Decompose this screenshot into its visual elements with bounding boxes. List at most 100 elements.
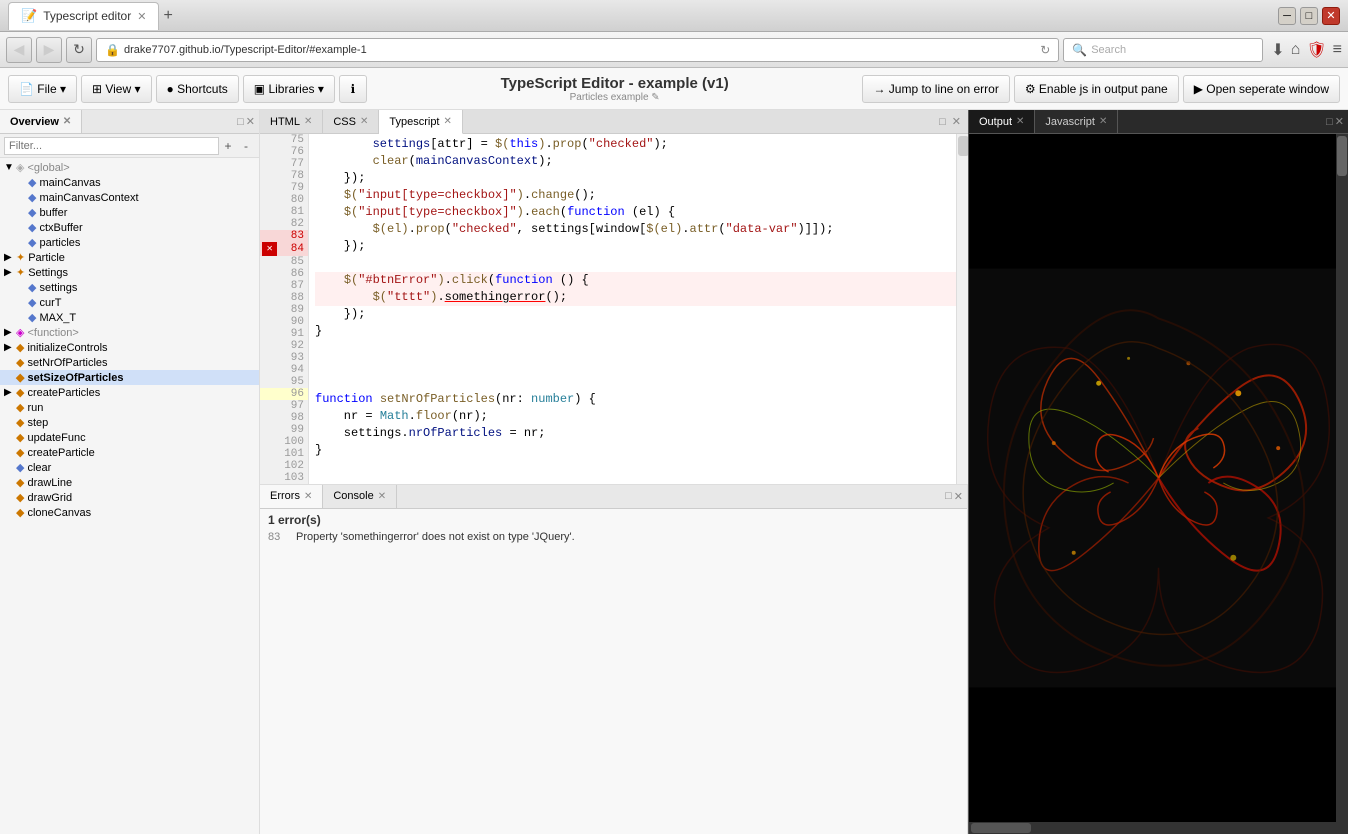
enable-js-button[interactable]: ⚙ Enable js in output pane xyxy=(1014,75,1179,103)
output-scrollbar[interactable] xyxy=(1336,134,1348,822)
address-bar[interactable]: 🔒 drake7707.github.io/Typescript-Editor/… xyxy=(96,38,1059,62)
tree-item-mainCanvas[interactable]: ◆mainCanvas xyxy=(0,175,259,190)
code-editor[interactable]: 75 76 77 78 79 80 81 82 83 ✕84 85 86 87 … xyxy=(260,134,968,484)
maximize-button[interactable]: □ xyxy=(1300,7,1318,25)
css-tab[interactable]: CSS ✕ xyxy=(323,110,379,133)
home-icon[interactable]: ⌂ xyxy=(1291,41,1301,59)
tree-item-Particle[interactable]: ▶✦Particle xyxy=(0,250,259,265)
tree-item-step[interactable]: ◆step xyxy=(0,415,259,430)
tree-item-particles[interactable]: ◆particles xyxy=(0,235,259,250)
output-tab-close[interactable]: ✕ xyxy=(1016,116,1024,127)
output-scroll-thumb[interactable] xyxy=(1337,136,1347,176)
code-line-89 xyxy=(315,374,956,391)
minimize-button[interactable]: ─ xyxy=(1278,7,1296,25)
js-tab-close[interactable]: ✕ xyxy=(1099,116,1107,127)
code-line-90: function setNrOfParticles(nr: number) { xyxy=(315,391,956,408)
filter-input[interactable] xyxy=(4,137,219,155)
tab-close-icon[interactable]: ✕ xyxy=(137,10,146,23)
tree-item-buffer[interactable]: ◆buffer xyxy=(0,205,259,220)
errors-tab[interactable]: Errors ✕ xyxy=(260,485,323,508)
tree-item-MAX_T[interactable]: ◆MAX_T xyxy=(0,310,259,325)
html-tab-close[interactable]: ✕ xyxy=(304,116,312,127)
console-tab[interactable]: Console ✕ xyxy=(323,485,397,508)
overview-tab-close[interactable]: ✕ xyxy=(63,116,71,127)
shortcuts-button[interactable]: ● Shortcuts xyxy=(156,75,239,103)
errors-tab-close[interactable]: ✕ xyxy=(304,491,312,502)
refresh-button[interactable]: ↻ xyxy=(66,37,92,63)
scroll-thumb[interactable] xyxy=(958,136,968,156)
menu-icon[interactable]: ≡ xyxy=(1333,41,1342,59)
overview-tab-label: Overview xyxy=(10,116,59,128)
js-tab-label: Javascript xyxy=(1045,116,1095,128)
output-tab[interactable]: Output ✕ xyxy=(969,110,1035,133)
tree-item-updateFunc[interactable]: ◆updateFunc xyxy=(0,430,259,445)
tree-item-drawGrid[interactable]: ◆drawGrid xyxy=(0,490,259,505)
code-line-82 xyxy=(315,255,956,272)
panel-expand-icon[interactable]: □ xyxy=(237,116,244,128)
forward-button[interactable]: ▶ xyxy=(36,37,62,63)
output-hscroll-thumb[interactable] xyxy=(971,823,1031,833)
tree-item-initializeControls[interactable]: ▶◆initializeControls xyxy=(0,340,259,355)
code-panel-close-icon[interactable]: ✕ xyxy=(949,115,964,128)
search-bar[interactable]: 🔍 Search xyxy=(1063,38,1263,62)
jump-to-line-button[interactable]: → Jump to line on error xyxy=(862,75,1009,103)
search-icon: 🔍 xyxy=(1072,43,1087,57)
line-number-100: 100 xyxy=(260,436,308,448)
app-subtitle: Particles example ✎ xyxy=(371,92,859,103)
overview-tab[interactable]: Overview ✕ xyxy=(0,110,82,133)
browser-navbar: ◀ ▶ ↻ 🔒 drake7707.github.io/Typescript-E… xyxy=(0,32,1348,68)
css-tab-close[interactable]: ✕ xyxy=(360,116,368,127)
address-refresh-icon[interactable]: ↻ xyxy=(1040,43,1050,57)
tree-item-function[interactable]: ▶◈<function> xyxy=(0,325,259,340)
open-window-button[interactable]: ▶ Open seperate window xyxy=(1183,75,1340,103)
tree-item-run[interactable]: ◆run xyxy=(0,400,259,415)
new-tab-icon[interactable]: + xyxy=(163,7,172,25)
html-tab-label: HTML xyxy=(270,116,300,128)
tree-item-createParticles[interactable]: ▶◆createParticles xyxy=(0,385,259,400)
close-button[interactable]: ✕ xyxy=(1322,7,1340,25)
tree-item-clear[interactable]: ◆clear xyxy=(0,460,259,475)
errors-tab-label: Errors xyxy=(270,490,300,502)
code-line-81: }); xyxy=(315,238,956,255)
code-content[interactable]: settings[attr] = $(this).prop("checked")… xyxy=(309,134,956,484)
libraries-button[interactable]: ▣ Libraries ▾ xyxy=(243,75,335,103)
html-tab[interactable]: HTML ✕ xyxy=(260,110,323,133)
panel-close-icon[interactable]: ✕ xyxy=(246,115,255,128)
tree-item-setNrOfParticles[interactable]: ◆setNrOfParticles xyxy=(0,355,259,370)
errors-maximize-icon[interactable]: □ xyxy=(945,490,952,502)
expand-all-icon[interactable]: + xyxy=(219,137,237,155)
tree-item-cloneCanvas[interactable]: ◆cloneCanvas xyxy=(0,505,259,520)
back-button[interactable]: ◀ xyxy=(6,37,32,63)
tree-item-mainCanvasContext[interactable]: ◆mainCanvasContext xyxy=(0,190,259,205)
tree-item-global[interactable]: ▼◈<global> xyxy=(0,160,259,175)
tree-item-drawLine[interactable]: ◆drawLine xyxy=(0,475,259,490)
line-number-102: 102 xyxy=(260,460,308,472)
line-number-86: 86 xyxy=(260,268,308,280)
output-close-icon[interactable]: ✕ xyxy=(1335,115,1344,128)
code-line-93: } xyxy=(315,442,956,459)
left-panel: Overview ✕ □ ✕ + - ▼◈<global> ◆mainCanva… xyxy=(0,110,260,834)
output-hscrollbar[interactable] xyxy=(969,822,1348,834)
error-message: Property 'somethingerror' does not exist… xyxy=(296,531,575,543)
shield-icon[interactable]: 🛡 xyxy=(1306,40,1326,60)
tree-item-Settings[interactable]: ▶✦Settings xyxy=(0,265,259,280)
code-scrollbar[interactable] xyxy=(956,134,968,484)
js-tab[interactable]: Javascript ✕ xyxy=(1035,110,1118,133)
view-button[interactable]: ⊞ View ▾ xyxy=(81,75,152,103)
download-icon[interactable]: ⬇ xyxy=(1271,40,1284,60)
file-button[interactable]: 📄 File ▾ xyxy=(8,75,77,103)
tree-item-curT[interactable]: ◆curT xyxy=(0,295,259,310)
tree-item-createParticle[interactable]: ◆createParticle xyxy=(0,445,259,460)
console-tab-close[interactable]: ✕ xyxy=(378,491,386,502)
tree-item-settings[interactable]: ◆settings xyxy=(0,280,259,295)
tree-item-setSizeOfParticles[interactable]: ◆setSizeOfParticles xyxy=(0,370,259,385)
info-button[interactable]: ℹ xyxy=(339,75,367,103)
typescript-tab-close[interactable]: ✕ xyxy=(444,116,452,127)
tree-item-ctxBuffer[interactable]: ◆ctxBuffer xyxy=(0,220,259,235)
errors-panel-close-icon[interactable]: ✕ xyxy=(954,490,963,503)
collapse-all-icon[interactable]: - xyxy=(237,137,255,155)
output-maximize-icon[interactable]: □ xyxy=(1326,116,1333,128)
code-tabs: HTML ✕ CSS ✕ Typescript ✕ □ ✕ xyxy=(260,110,968,134)
typescript-tab[interactable]: Typescript ✕ xyxy=(379,110,463,134)
code-panel-maximize-icon[interactable]: □ xyxy=(936,116,949,128)
